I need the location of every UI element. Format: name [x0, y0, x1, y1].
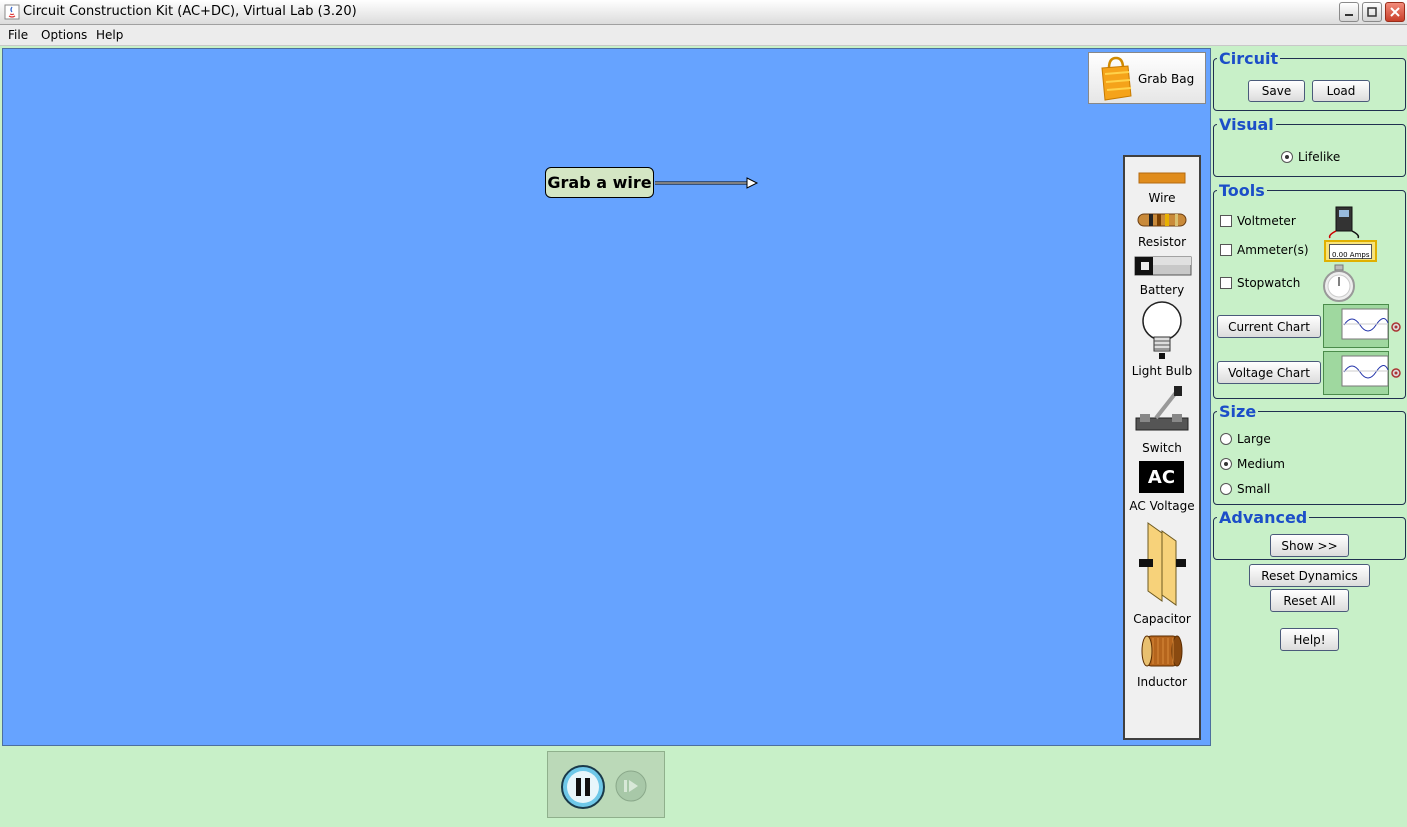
toolbox-ac-voltage-label: AC Voltage	[1129, 499, 1195, 513]
ammeter-icon: 0.00 Amps	[1324, 240, 1377, 262]
grab-bag-button[interactable]: Grab Bag	[1088, 52, 1206, 104]
java-app-icon	[4, 4, 20, 20]
size-medium-radio[interactable]	[1220, 458, 1232, 470]
ammeter-readout: 0.00 Amps	[1329, 244, 1372, 259]
size-large-label: Large	[1237, 432, 1271, 446]
switch-icon[interactable]	[1134, 384, 1190, 438]
gear-icon[interactable]	[1390, 367, 1402, 379]
help-button[interactable]: Help!	[1280, 628, 1339, 651]
voltmeter-icon	[1328, 206, 1360, 239]
menu-file[interactable]: File	[8, 28, 28, 42]
reset-dynamics-button[interactable]: Reset Dynamics	[1249, 564, 1370, 587]
voltage-chart-thumbnail[interactable]	[1323, 351, 1389, 395]
size-small-label: Small	[1237, 482, 1271, 496]
voltmeter-label: Voltmeter	[1237, 214, 1296, 228]
playback-panel	[547, 751, 665, 818]
size-large-radio[interactable]	[1220, 433, 1232, 445]
inductor-icon[interactable]	[1141, 632, 1183, 670]
menu-help[interactable]: Help	[96, 28, 123, 42]
ammeter-checkbox[interactable]	[1220, 244, 1232, 256]
visual-group-title: Visual	[1217, 115, 1276, 134]
reset-all-button[interactable]: Reset All	[1270, 589, 1349, 612]
window-title: Circuit Construction Kit (AC+DC), Virtua…	[23, 4, 357, 19]
load-button[interactable]: Load	[1312, 80, 1370, 102]
minimize-button[interactable]	[1339, 2, 1359, 22]
size-medium-label: Medium	[1237, 457, 1285, 471]
toolbox-resistor-label: Resistor	[1138, 235, 1186, 249]
voltage-chart-button[interactable]: Voltage Chart	[1217, 361, 1321, 384]
step-icon	[615, 770, 647, 802]
maximize-icon	[1367, 7, 1377, 17]
close-button[interactable]	[1385, 2, 1405, 22]
toolbox-battery-label: Battery	[1139, 283, 1185, 297]
current-chart-button[interactable]: Current Chart	[1217, 315, 1321, 338]
close-icon	[1390, 7, 1400, 17]
wire-icon[interactable]	[1138, 172, 1186, 184]
advanced-show-button[interactable]: Show >>	[1270, 534, 1349, 557]
lifelike-label: Lifelike	[1298, 150, 1341, 164]
toolbox-capacitor-label: Capacitor	[1133, 612, 1191, 626]
circuit-canvas[interactable]	[2, 48, 1211, 746]
voltage-chart-wave-icon	[1341, 355, 1389, 387]
toolbox-switch-label: Switch	[1142, 441, 1182, 455]
tools-group-title: Tools	[1217, 181, 1267, 200]
toolbox-light-bulb-label: Light Bulb	[1131, 364, 1193, 378]
grab-wire-hint: Grab a wire	[545, 167, 654, 198]
toolbox-inductor-label: Inductor	[1137, 675, 1187, 689]
stopwatch-label: Stopwatch	[1237, 276, 1301, 290]
gear-icon[interactable]	[1390, 321, 1402, 333]
pause-icon[interactable]	[560, 764, 606, 810]
capacitor-icon[interactable]	[1138, 521, 1188, 607]
ammeter-label: Ammeter(s)	[1237, 243, 1309, 257]
current-chart-thumbnail[interactable]	[1323, 304, 1389, 348]
resistor-icon[interactable]	[1137, 210, 1187, 230]
circuit-group-title: Circuit	[1217, 49, 1281, 68]
current-chart-wave-icon	[1341, 308, 1389, 340]
stopwatch-icon	[1323, 264, 1355, 302]
shopping-bag-icon	[1101, 56, 1132, 101]
menu-options[interactable]: Options	[41, 28, 87, 42]
advanced-group-title: Advanced	[1217, 508, 1310, 527]
voltmeter-checkbox[interactable]	[1220, 215, 1232, 227]
toolbox-wire-label: Wire	[1148, 191, 1176, 205]
title-bar: Circuit Construction Kit (AC+DC), Virtua…	[0, 0, 1407, 25]
size-small-radio[interactable]	[1220, 483, 1232, 495]
menu-bar: File Options Help	[0, 25, 1407, 46]
grab-bag-label: Grab Bag	[1138, 72, 1195, 86]
lifelike-radio[interactable]	[1281, 151, 1293, 163]
battery-icon[interactable]	[1134, 255, 1192, 277]
maximize-button[interactable]	[1362, 2, 1382, 22]
size-group-title: Size	[1217, 402, 1259, 421]
stopwatch-checkbox[interactable]	[1220, 277, 1232, 289]
hint-arrow-icon	[655, 177, 759, 189]
save-button[interactable]: Save	[1248, 80, 1305, 102]
minimize-icon	[1345, 14, 1353, 16]
light-bulb-icon[interactable]	[1140, 301, 1184, 361]
ac-voltage-icon[interactable]: AC	[1139, 461, 1184, 493]
